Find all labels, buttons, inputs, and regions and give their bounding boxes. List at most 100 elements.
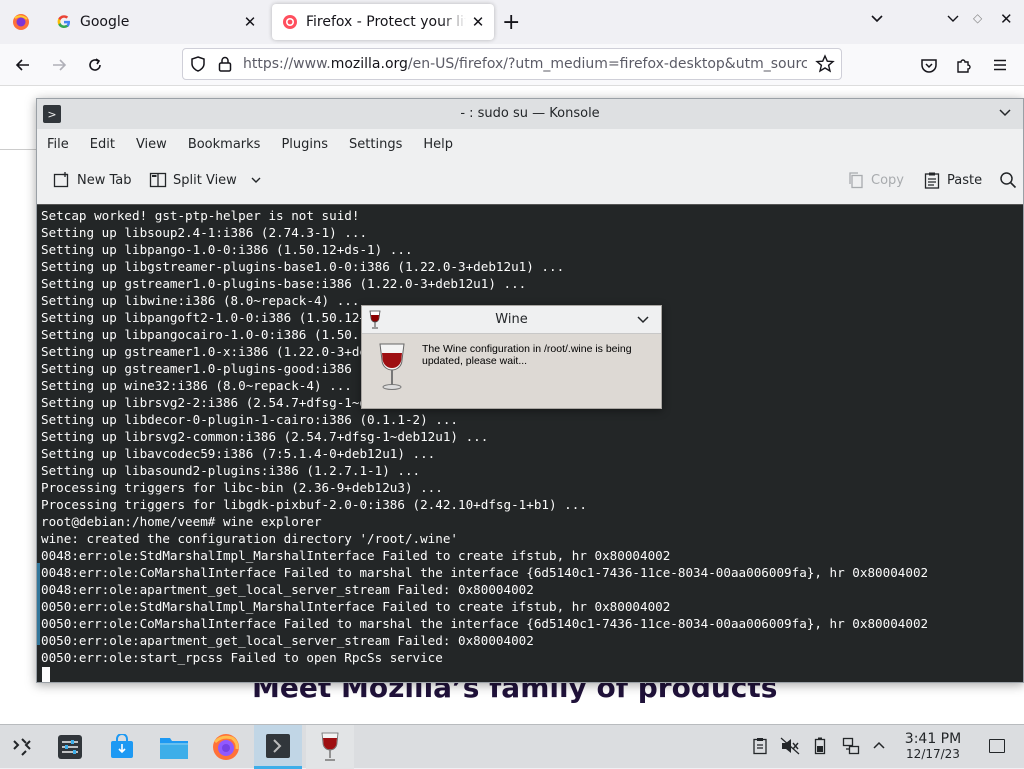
menu-plugins[interactable]: Plugins [281, 137, 328, 152]
star-icon[interactable] [815, 54, 835, 74]
launcher-icon [13, 738, 31, 756]
app-menu-button[interactable] [987, 52, 1013, 78]
clock-date: 12/17/23 [906, 747, 960, 761]
minimize-icon[interactable] [946, 12, 960, 26]
terminal-line: Setting up libavcodec59:i386 (7:5.1.4-0+… [41, 446, 436, 461]
browser-tab-bar: Google ✕ Firefox - Protect your life onl… [0, 0, 1024, 44]
url-scheme: https://www. [243, 56, 331, 72]
menu-settings[interactable]: Settings [349, 137, 402, 152]
chevron-down-icon[interactable] [635, 312, 651, 328]
new-tab-button[interactable]: New Tab [53, 171, 132, 189]
split-view-label: Split View [173, 172, 237, 188]
pocket-button[interactable] [916, 52, 942, 78]
chevron-up-icon[interactable] [872, 737, 886, 755]
wine-title-bar[interactable]: Wine [362, 306, 661, 334]
terminal-line: 0050:err:ole:start_rpcss Failed to open … [41, 650, 443, 665]
arrow-left-icon [15, 59, 29, 71]
terminal-line: 0048:err:ole:StdMarshalImpl_MarshalInter… [41, 548, 671, 563]
close-icon[interactable]: ✕ [466, 13, 490, 31]
copy-icon [849, 172, 863, 189]
taskbar-dolphin[interactable] [150, 725, 198, 769]
settings-sliders-icon [58, 735, 82, 759]
url-host: mozilla.org [330, 56, 408, 72]
puzzle-icon [957, 59, 971, 73]
menu-view[interactable]: View [136, 137, 167, 152]
firefox-view-button[interactable] [4, 4, 38, 40]
taskbar: 3:41 PM 12/17/23 [0, 724, 1024, 769]
paste-button[interactable]: Paste [923, 171, 982, 189]
battery-icon[interactable] [814, 737, 826, 755]
scroll-marker [37, 563, 40, 645]
network-wired-icon[interactable] [842, 737, 860, 755]
url-text[interactable]: https://www.mozilla.org/en-US/firefox/?u… [243, 56, 807, 72]
reload-button[interactable] [82, 52, 108, 78]
new-tab-icon [53, 172, 69, 188]
tab-title: Google [80, 14, 130, 30]
clipboard-icon[interactable] [752, 737, 768, 755]
new-tab-label: New Tab [77, 172, 132, 188]
application-launcher[interactable] [0, 725, 44, 769]
terminal-line: wine: created the configuration director… [41, 531, 459, 546]
menu-file[interactable]: File [47, 137, 69, 152]
arrow-right-icon [53, 59, 67, 71]
copy-label: Copy [871, 172, 904, 188]
page-divider [0, 149, 40, 150]
shield-icon[interactable] [189, 55, 207, 73]
menu-edit[interactable]: Edit [90, 137, 115, 152]
menu-bookmarks[interactable]: Bookmarks [188, 137, 261, 152]
digital-clock[interactable]: 3:41 PM 12/17/23 [898, 731, 968, 761]
dialog-message: The Wine configuration in /root/.wine is… [422, 343, 632, 367]
clock-time: 3:41 PM [904, 731, 962, 747]
terminal-line: 0050:err:ole:CoMarshalInterface Failed t… [41, 616, 929, 631]
window-title: - : sudo su — Konsole [460, 106, 600, 121]
taskbar-system-settings[interactable] [46, 725, 94, 769]
terminal-line: Setting up gstreamer1.0-plugins-base:i38… [41, 276, 527, 291]
volume-muted-icon[interactable] [780, 737, 800, 755]
terminal-line: Processing triggers for libc-bin (2.36-9… [41, 480, 443, 495]
konsole-menu-bar: File Edit View Bookmarks Plugins Setting… [37, 129, 1023, 159]
taskbar-konsole[interactable] [254, 725, 302, 769]
chevron-down-icon[interactable] [870, 12, 884, 26]
terminal-line: Setting up libgstreamer-plugins-base1.0-… [41, 259, 565, 274]
terminal-line: 0048:err:ole:apartment_get_local_server_… [41, 582, 534, 597]
terminal-line: Setting up libsoup2.4-1:i386 (2.74.3-1) … [41, 225, 368, 240]
taskbar-discover[interactable] [98, 725, 146, 769]
forward-button[interactable] [46, 52, 72, 78]
pocket-icon [921, 59, 937, 73]
maximize-icon[interactable]: ◇ [973, 11, 982, 25]
back-button[interactable] [10, 52, 36, 78]
find-button[interactable] [999, 171, 1023, 189]
konsole-title-bar[interactable]: > - : sudo su — Konsole [37, 99, 1023, 129]
terminal-output[interactable]: Setcap worked! gst-ptp-helper is not sui… [37, 204, 1023, 682]
paste-label: Paste [947, 172, 983, 188]
menu-help[interactable]: Help [423, 137, 453, 152]
new-tab-button[interactable]: + [502, 10, 520, 35]
tab-google[interactable]: Google ✕ [44, 4, 266, 40]
chevron-down-icon[interactable] [997, 105, 1013, 121]
address-bar[interactable]: https://www.mozilla.org/en-US/firefox/?u… [182, 48, 842, 80]
terminal-line: Setting up libwine:i386 (8.0~repack-4) .… [41, 293, 360, 308]
copy-button[interactable]: Copy [847, 171, 904, 189]
terminal-cursor [42, 667, 50, 682]
firefox-icon [213, 734, 239, 760]
wine-dialog: Wine The Wine configuration in /root/.wi… [361, 305, 662, 409]
taskbar-firefox[interactable] [202, 725, 250, 769]
split-view-button[interactable]: Split View [149, 171, 269, 189]
wine-glass-icon [321, 732, 339, 761]
tab-firefox[interactable]: Firefox - Protect your life online ✕ [272, 4, 494, 40]
tab-title: Firefox - Protect your life online [306, 14, 466, 30]
firefox-favicon-icon [283, 15, 297, 29]
show-desktop-icon[interactable] [989, 739, 1005, 753]
terminal-line: 0050:err:ole:StdMarshalImpl_MarshalInter… [41, 599, 671, 614]
taskbar-wine[interactable] [306, 725, 354, 769]
close-icon[interactable]: ✕ [238, 13, 262, 31]
window-close-icon[interactable]: ✕ [1000, 10, 1013, 28]
extensions-button[interactable] [951, 52, 977, 78]
lock-icon[interactable] [217, 55, 233, 73]
split-view-icon [149, 172, 167, 188]
browser-nav-bar: https://www.mozilla.org/en-US/firefox/?u… [0, 44, 1024, 86]
terminal-line: root@debian:/home/veem# wine explorer [41, 514, 322, 529]
terminal-line: Setting up librsvg2-common:i386 (2.54.7+… [41, 429, 489, 444]
shopping-bag-icon [111, 734, 133, 758]
chevron-down-icon [251, 177, 261, 183]
